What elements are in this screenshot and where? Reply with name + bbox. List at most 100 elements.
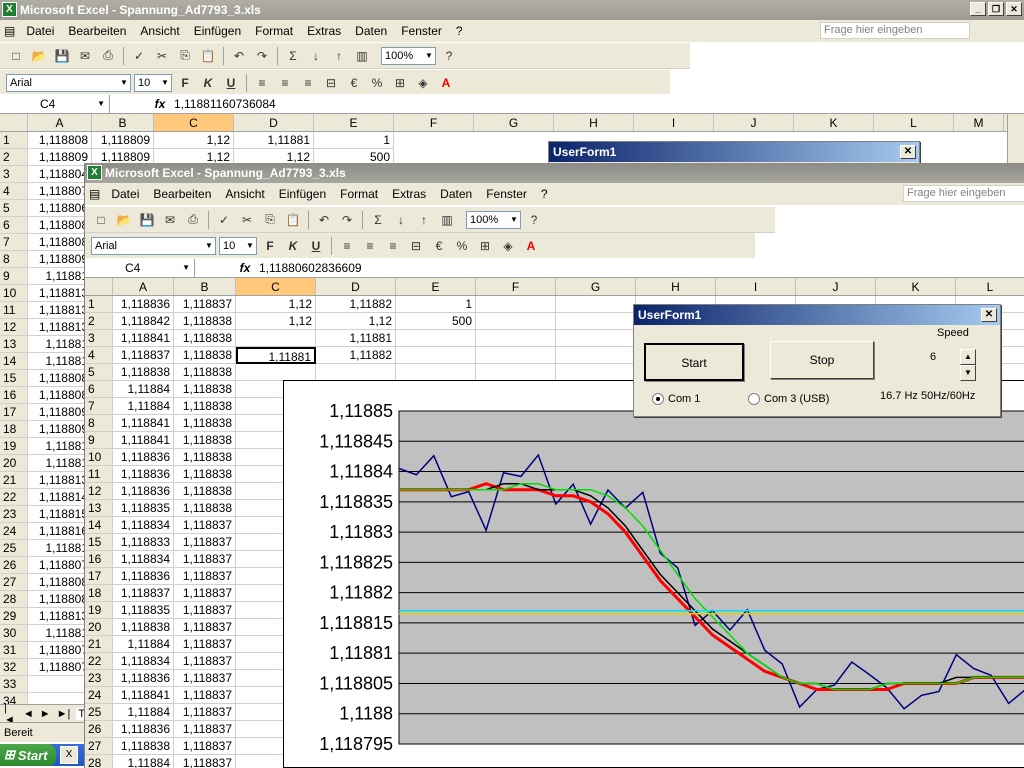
back-scrollbar[interactable] xyxy=(1007,114,1024,164)
front-col-e[interactable]: E xyxy=(396,278,476,295)
com1-radio[interactable]: Com 1 xyxy=(652,393,700,405)
stop-button[interactable]: Stop xyxy=(770,341,874,379)
fill-color-icon[interactable]: ◈ xyxy=(413,73,433,93)
align-center-icon[interactable]: ≡ xyxy=(275,73,295,93)
restore-icon[interactable]: ❐ xyxy=(988,2,1004,16)
menu-bearbeiten[interactable]: Bearbeiten xyxy=(146,187,218,201)
spin-up-icon[interactable]: ▲ xyxy=(960,349,976,365)
select-all-corner[interactable] xyxy=(85,278,113,295)
menu-einfuegen[interactable]: Einfügen xyxy=(272,187,333,201)
menu-bearbeiten[interactable]: Bearbeiten xyxy=(61,24,133,38)
front-col-h[interactable]: H xyxy=(636,278,716,295)
menu-einfuegen[interactable]: Einfügen xyxy=(187,24,248,38)
back-col-d[interactable]: D xyxy=(234,114,314,131)
paste-icon[interactable]: 📋 xyxy=(283,210,303,230)
bold-icon[interactable]: F xyxy=(260,236,280,256)
percent-icon[interactable]: % xyxy=(452,236,472,256)
save-icon[interactable]: 💾 xyxy=(52,46,72,66)
menu-help[interactable]: ? xyxy=(534,187,555,201)
taskbar-excel-icon[interactable]: X xyxy=(60,746,78,764)
back-col-i[interactable]: I xyxy=(634,114,714,131)
front-col-d[interactable]: D xyxy=(316,278,396,295)
font-color-icon[interactable]: A xyxy=(436,73,456,93)
help-icon[interactable]: ? xyxy=(439,46,459,66)
align-right-icon[interactable]: ≡ xyxy=(383,236,403,256)
cut-icon[interactable]: ✂ xyxy=(152,46,172,66)
com3-radio[interactable]: Com 3 (USB) xyxy=(748,393,829,405)
doc-icon[interactable]: ▤ xyxy=(85,187,104,201)
currency-icon[interactable]: € xyxy=(344,73,364,93)
align-center-icon[interactable]: ≡ xyxy=(360,236,380,256)
align-left-icon[interactable]: ≡ xyxy=(337,236,357,256)
merge-icon[interactable]: ⊟ xyxy=(321,73,341,93)
back-col-j[interactable]: J xyxy=(714,114,794,131)
back-font-size-select[interactable]: 10 ▼ xyxy=(134,73,172,92)
chart-icon[interactable]: ▥ xyxy=(352,46,372,66)
close-icon[interactable]: ✕ xyxy=(1006,2,1022,16)
percent-icon[interactable]: % xyxy=(367,73,387,93)
fill-color-icon[interactable]: ◈ xyxy=(498,236,518,256)
chart-icon[interactable]: ▥ xyxy=(437,210,457,230)
align-left-icon[interactable]: ≡ xyxy=(252,73,272,93)
front-title-bar[interactable]: X Microsoft Excel - Spannung_Ad7793_3.xl… xyxy=(85,163,1024,183)
front-col-f[interactable]: F xyxy=(476,278,556,295)
menu-datei[interactable]: Datei xyxy=(19,24,61,38)
front-font-size-select[interactable]: 10 ▼ xyxy=(219,236,257,255)
back-col-g[interactable]: G xyxy=(474,114,554,131)
front-col-k[interactable]: K xyxy=(876,278,956,295)
front-col-j[interactable]: J xyxy=(796,278,876,295)
start-button[interactable]: ⊞ Start xyxy=(0,744,56,766)
paste-icon[interactable]: 📋 xyxy=(198,46,218,66)
font-color-icon[interactable]: A xyxy=(521,236,541,256)
front-col-a[interactable]: A xyxy=(113,278,174,295)
front-col-l[interactable]: L xyxy=(956,278,1024,295)
menu-help[interactable]: ? xyxy=(449,24,470,38)
menu-ansicht[interactable]: Ansicht xyxy=(218,187,271,201)
front-col-c[interactable]: C xyxy=(236,278,316,295)
fx-icon[interactable]: fx xyxy=(235,261,255,275)
currency-icon[interactable]: € xyxy=(429,236,449,256)
print-icon[interactable]: ⎙ xyxy=(98,46,118,66)
permission-icon[interactable]: ✉ xyxy=(75,46,95,66)
sort-desc-icon[interactable]: ↑ xyxy=(414,210,434,230)
help-search-input[interactable]: Frage hier eingeben xyxy=(903,185,1024,202)
align-right-icon[interactable]: ≡ xyxy=(298,73,318,93)
sum-icon[interactable]: Σ xyxy=(283,46,303,66)
menu-extras[interactable]: Extras xyxy=(300,24,348,38)
front-zoom-select[interactable]: 100% ▼ xyxy=(466,210,521,229)
select-all-corner[interactable] xyxy=(0,114,28,131)
sort-asc-icon[interactable]: ↓ xyxy=(391,210,411,230)
new-icon[interactable]: □ xyxy=(91,210,111,230)
back-zoom-select[interactable]: 100% ▼ xyxy=(381,46,436,65)
borders-icon[interactable]: ⊞ xyxy=(475,236,495,256)
help-icon[interactable]: ? xyxy=(524,210,544,230)
back-col-m[interactable]: M xyxy=(954,114,1004,131)
menu-ansicht[interactable]: Ansicht xyxy=(133,24,186,38)
minimize-icon[interactable]: _ xyxy=(970,2,986,16)
back-col-e[interactable]: E xyxy=(314,114,394,131)
front-col-g[interactable]: G xyxy=(556,278,636,295)
copy-icon[interactable]: ⎘ xyxy=(260,210,280,230)
bold-icon[interactable]: F xyxy=(175,73,195,93)
save-icon[interactable]: 💾 xyxy=(137,210,157,230)
back-col-b[interactable]: B xyxy=(92,114,154,131)
back-col-h[interactable]: H xyxy=(554,114,634,131)
back-formula-input[interactable]: 1,11881160736084 xyxy=(170,97,276,111)
back-col-k[interactable]: K xyxy=(794,114,874,131)
menu-fenster[interactable]: Fenster xyxy=(479,187,534,201)
back-name-box[interactable]: C4 ▼ xyxy=(0,94,110,113)
front-col-i[interactable]: I xyxy=(716,278,796,295)
redo-icon[interactable]: ↷ xyxy=(337,210,357,230)
spelling-icon[interactable]: ✓ xyxy=(214,210,234,230)
sort-asc-icon[interactable]: ↓ xyxy=(306,46,326,66)
back-col-a[interactable]: A xyxy=(28,114,92,131)
doc-icon[interactable]: ▤ xyxy=(0,24,19,38)
italic-icon[interactable]: K xyxy=(283,236,303,256)
last-sheet-icon[interactable]: ►| xyxy=(57,708,71,720)
speed-spinner[interactable]: ▲ ▼ xyxy=(960,349,976,381)
back-font-select[interactable]: Arial ▼ xyxy=(6,73,131,92)
menu-daten[interactable]: Daten xyxy=(348,24,394,38)
new-icon[interactable]: □ xyxy=(6,46,26,66)
menu-format[interactable]: Format xyxy=(333,187,385,201)
fx-icon[interactable]: fx xyxy=(150,97,170,111)
